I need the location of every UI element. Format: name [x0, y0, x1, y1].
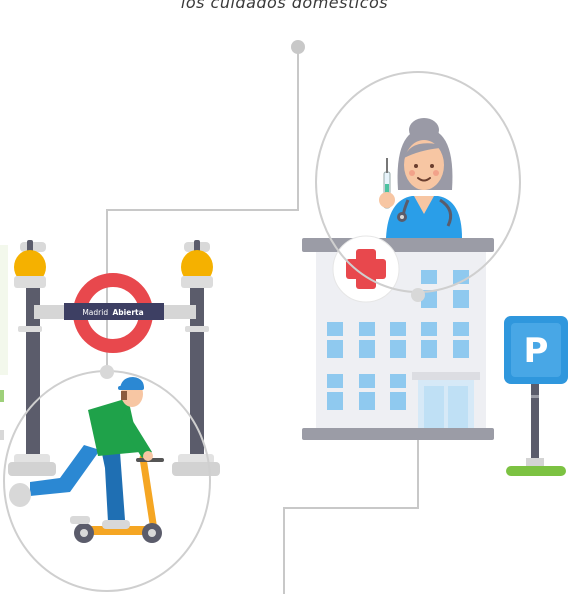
parking-sign-icon: P — [504, 316, 568, 476]
metro-sign-text: Madrid Abierta — [82, 308, 143, 317]
illustration-canvas: Madrid Abierta P — [0, 40, 568, 594]
lamp-post-left — [8, 240, 56, 476]
lamp-post-right — [172, 240, 220, 476]
metro-sign-word1: Madrid — [82, 308, 108, 317]
connector-node-rider — [100, 365, 114, 379]
metro-sign-word2: Abierta — [112, 308, 143, 317]
left-edge-fragment — [0, 245, 8, 440]
parking-sign-letter: P — [524, 331, 549, 371]
connector-node-top — [291, 40, 305, 54]
hospital-icon — [302, 235, 494, 440]
connector-node-hospital — [411, 288, 425, 302]
